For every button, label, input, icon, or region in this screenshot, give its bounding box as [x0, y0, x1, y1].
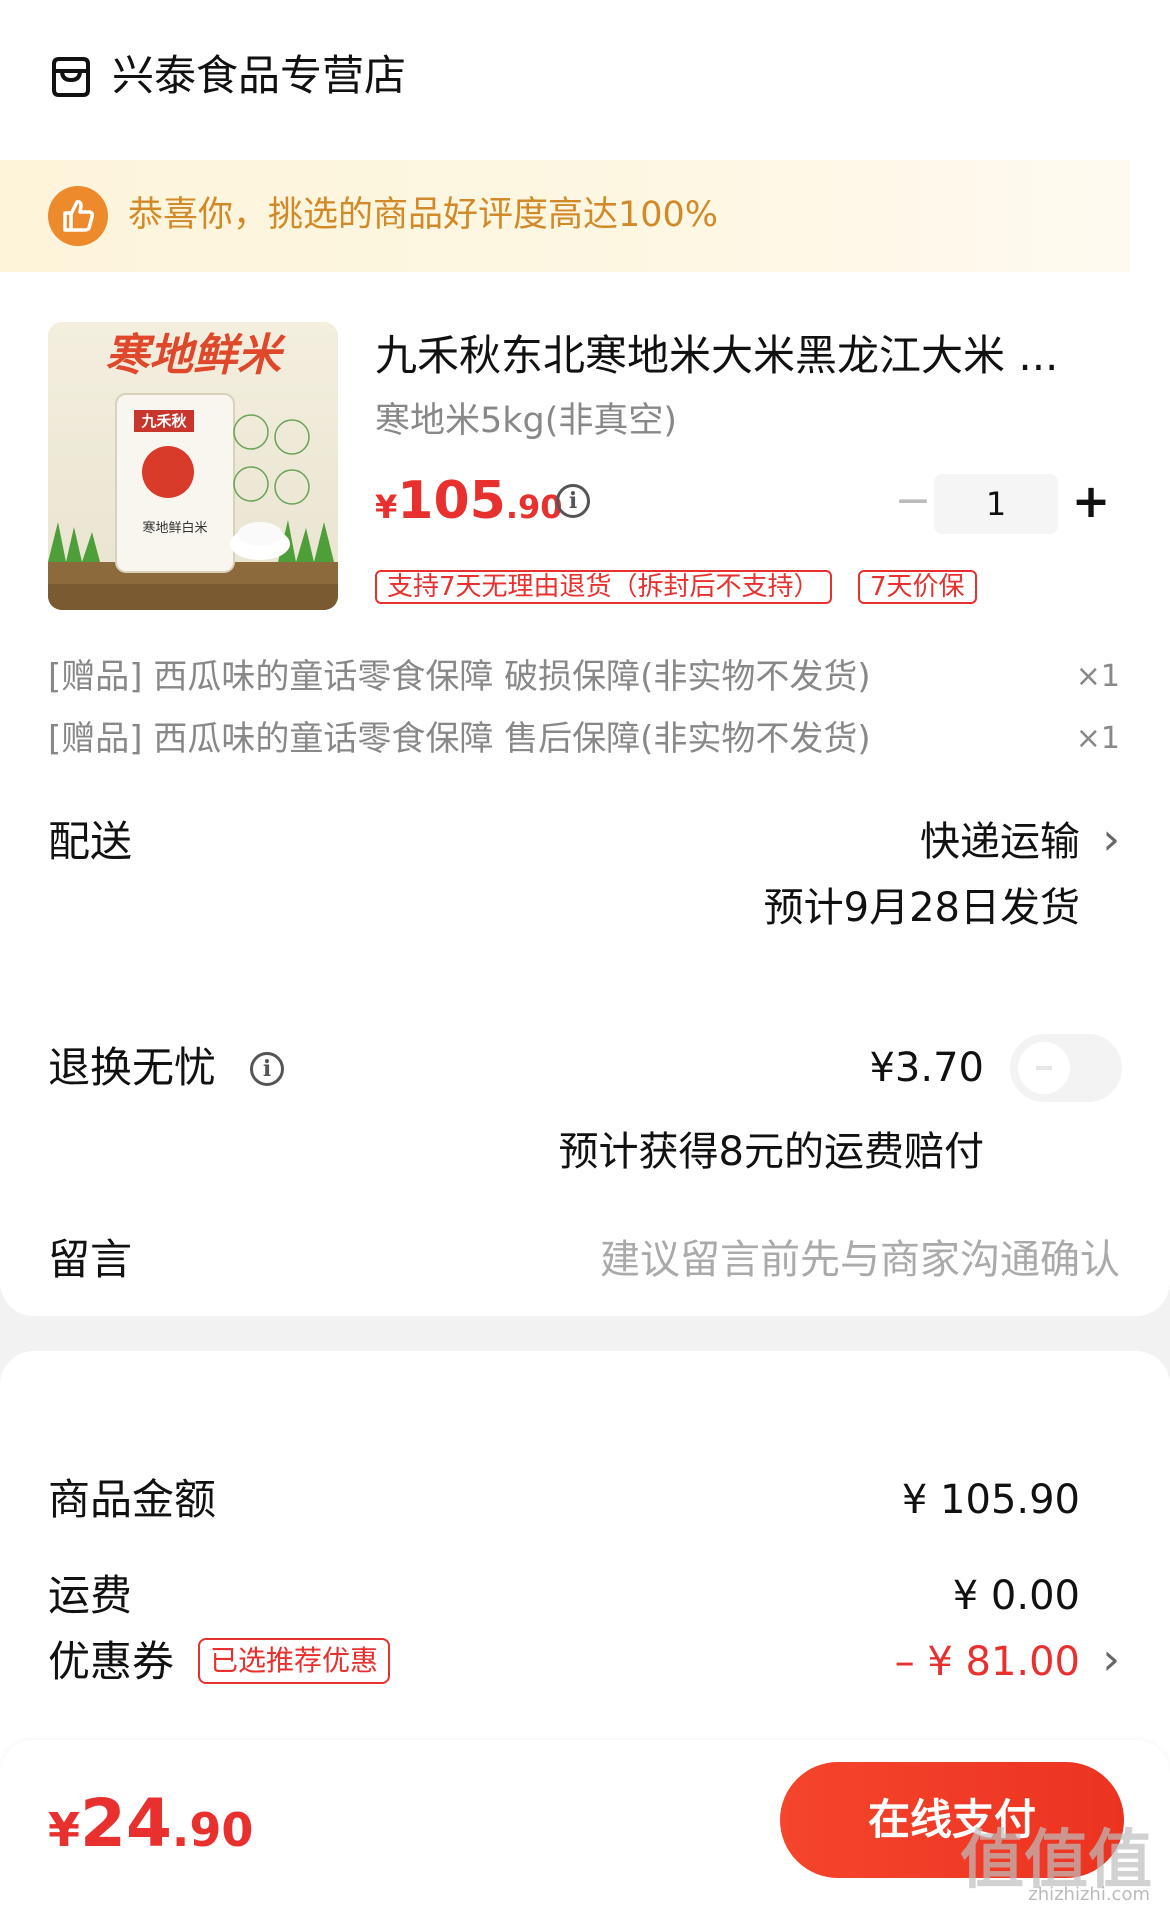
coupon-label: 优惠券 — [48, 1637, 175, 1686]
banner-text: 恭喜你，挑选的商品好评度高达100% — [128, 195, 719, 235]
price-decimal: .90 — [505, 488, 563, 526]
return-insurance-note: 预计获得8元的运费赔付 — [558, 1129, 984, 1175]
total-symbol: ¥ — [48, 1803, 81, 1857]
price-symbol: ¥ — [375, 488, 398, 526]
price-integer: 105 — [397, 471, 506, 531]
gift-item-2-qty: ×1 — [1075, 721, 1120, 756]
delivery-method[interactable]: 快递运输 — [920, 814, 1080, 870]
total-decimal: .90 — [171, 1803, 254, 1857]
coupon-tag: 已选推荐优惠 — [198, 1638, 391, 1684]
increase-quantity-button[interactable]: + — [1066, 476, 1116, 526]
gift-item-1-qty: ×1 — [1075, 659, 1120, 694]
product-image[interactable]: 九禾秋 寒地鲜白米 寒地鲜米 — [48, 322, 338, 610]
goods-amount-value: ¥ 105.90 — [901, 1477, 1080, 1523]
thumbs-up-icon — [48, 186, 108, 246]
shipping-label: 运费 — [48, 1571, 133, 1620]
product-spec[interactable]: 寒地米5kg(非真空) — [375, 397, 677, 445]
total-integer: 24 — [80, 1785, 172, 1862]
product-title[interactable]: 九禾秋东北寒地米大米黑龙江大米 ... — [375, 328, 1107, 384]
order-card: 兴泰食品专营店 恭喜你，挑选的商品好评度高达100% 九禾秋 寒地鲜白米 寒地鲜… — [0, 0, 1170, 1316]
goods-amount-label: 商品金额 — [48, 1475, 217, 1524]
product-price: ¥105.90 — [375, 470, 563, 544]
quantity-input[interactable]: 1 — [934, 474, 1058, 534]
watermark-url: zhizhizhi.com — [1028, 1884, 1150, 1905]
message-label: 留言 — [48, 1235, 133, 1284]
price-info-icon[interactable]: i — [556, 484, 590, 518]
delivery-label: 配送 — [48, 817, 133, 866]
decrease-quantity-button[interactable]: − — [888, 476, 938, 526]
bag-label: 寒地鲜白米 — [142, 520, 207, 536]
gift-item-1: [赠品] 西瓜味的童话零食保障 破损保障(非实物不发货) — [48, 657, 871, 697]
store-icon — [48, 54, 94, 100]
delivery-estimate: 预计9月28日发货 — [763, 885, 1080, 931]
return-insurance-info-icon[interactable]: i — [250, 1052, 284, 1086]
return-insurance-toggle[interactable] — [1010, 1034, 1122, 1102]
return-policy-tag: 支持7天无理由退货（拆封后不支持） — [375, 570, 832, 604]
gift-item-2: [赠品] 西瓜味的童话零食保障 售后保障(非实物不发货) — [48, 719, 871, 759]
coupon-chevron-right-icon[interactable]: › — [1102, 1632, 1120, 1688]
store-name[interactable]: 兴泰食品专营店 — [112, 48, 406, 104]
message-input[interactable]: 建议留言前先与商家沟通确认 — [600, 1232, 1120, 1288]
return-insurance-price: ¥3.70 — [869, 1045, 984, 1091]
bag-brand: 九禾秋 — [140, 412, 187, 430]
image-headline: 寒地鲜米 — [105, 330, 286, 381]
shipping-value: ¥ 0.00 — [952, 1573, 1080, 1619]
total-price: ¥24.90 — [48, 1784, 253, 1881]
coupon-amount[interactable]: – ¥ 81.00 — [895, 1634, 1080, 1690]
chevron-right-icon[interactable]: › — [1102, 812, 1120, 868]
return-insurance-label: 退换无忧 — [48, 1043, 217, 1092]
price-protection-tag: 7天价保 — [858, 570, 977, 604]
